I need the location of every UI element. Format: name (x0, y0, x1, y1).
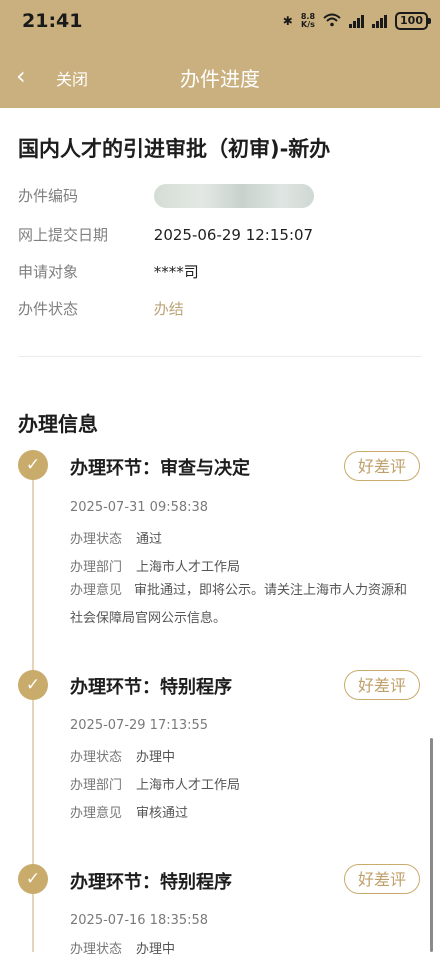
info-label: 办件编码 (18, 186, 79, 205)
rate-button[interactable]: 好差评 (344, 670, 420, 700)
step-time: 2025-07-16 18:35:58 (70, 913, 209, 928)
rate-button[interactable]: 好差评 (344, 864, 420, 894)
check-icon: ✓ (18, 450, 48, 480)
step-status: 办理状态 通过 (70, 532, 163, 547)
step-title: 办理环节：审查与决定 (70, 458, 250, 479)
step-opinion: 办理意见 审批通过，即将公示。请关注上海市人力资源和社会保障局官网公示信息。 (70, 583, 408, 626)
status-icons: ✱ 8.8 K/s 100 (282, 12, 431, 30)
wifi-icon (323, 13, 341, 30)
status-badge: 办结 (153, 300, 184, 318)
scrollbar[interactable] (430, 738, 433, 952)
step-opinion: 办理意见 审核通过 (70, 806, 189, 821)
header-bar: 21:41 ✱ 8.8 K/s 100 ‹ 关闭 办件进度 (0, 0, 440, 108)
step-title: 办理环节：特别程序 (70, 872, 232, 893)
step-title: 办理环节：特别程序 (70, 677, 232, 698)
applicant-value: ****司 (153, 263, 199, 281)
info-row-submit-date: 网上提交日期 2025-06-29 12:15:07 (18, 224, 313, 245)
page-title: 办件进度 (180, 67, 260, 91)
step-time: 2025-07-29 17:13:55 (70, 718, 209, 733)
info-label: 申请对象 (18, 263, 79, 281)
signal-icon (349, 14, 365, 28)
submit-date-value: 2025-06-29 12:15:07 (153, 226, 314, 244)
info-row-applicant: 申请对象 ****司 (18, 261, 199, 282)
status-time: 21:41 (22, 10, 83, 32)
network-speed: 8.8 K/s (300, 12, 316, 29)
step-status: 办理状态 办理中 (70, 942, 176, 957)
application-title: 国内人才的引进审批（初审)-新办 (18, 137, 331, 161)
step-dept: 办理部门 上海市人才工作局 (70, 778, 241, 793)
info-label: 网上提交日期 (18, 226, 109, 244)
check-icon: ✓ (18, 864, 48, 894)
step-time: 2025-07-31 09:58:38 (70, 500, 209, 515)
redacted-case-code (153, 184, 314, 208)
signal-icon-2 (372, 14, 388, 28)
info-row-case-code: 办件编码 (18, 184, 314, 208)
battery-indicator: 100 (395, 12, 431, 30)
check-icon: ✓ (18, 670, 48, 700)
step-status: 办理状态 办理中 (70, 750, 176, 765)
divider (18, 356, 422, 357)
info-label: 办件状态 (18, 300, 79, 318)
rate-button[interactable]: 好差评 (344, 451, 420, 481)
step-dept: 办理部门 上海市人才工作局 (70, 560, 241, 575)
section-title: 办理信息 (18, 412, 98, 436)
bluetooth-icon: ✱ (282, 14, 293, 28)
info-row-status: 办件状态 办结 (18, 298, 184, 319)
